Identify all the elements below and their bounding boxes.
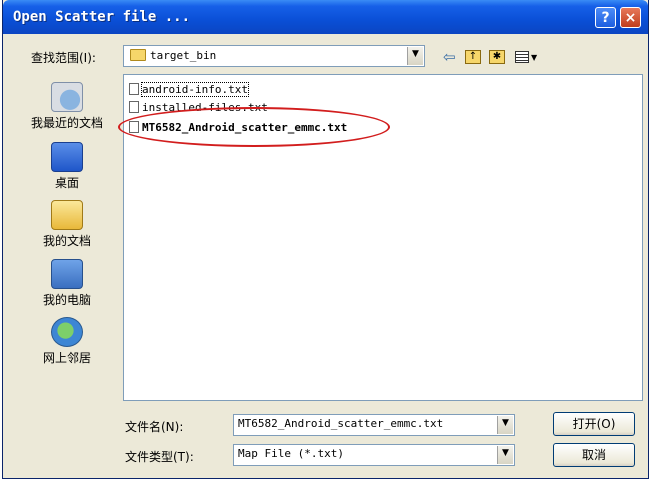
places-bar: 我最近的文档 桌面 我的文档 我的电脑 网上邻居 [19,74,115,394]
look-in-dropdown[interactable]: target_bin ▼ [123,45,425,67]
red-highlight-annotation [118,107,390,147]
filename-value: MT6582_Android_scatter_emmc.txt [238,417,444,430]
filetype-value: Map File (*.txt) [238,447,344,460]
new-folder-icon[interactable]: ✱ [489,50,505,64]
filename-label: 文件名(N): [125,420,184,434]
filetype-label: 文件类型(T): [125,450,194,464]
filetype-dropdown[interactable]: Map File (*.txt) ▼ [233,444,515,466]
look-in-value: target_bin [150,49,217,62]
chevron-down-icon[interactable]: ▼ [497,416,513,434]
open-file-dialog: Open Scatter file ... ? × 查找范围(I): targe… [2,0,649,479]
file-item[interactable]: android-info.txt [129,82,249,98]
look-in-label: 查找范围(I): [31,51,96,65]
back-arrow-icon[interactable]: ⇦ [443,48,456,66]
filename-field[interactable]: MT6582_Android_scatter_emmc.txt ▼ [233,414,515,436]
place-recent-documents[interactable]: 我最近的文档 [19,82,115,131]
place-network[interactable]: 网上邻居 [19,317,115,366]
place-my-computer[interactable]: 我的电脑 [19,259,115,308]
my-documents-icon [51,200,83,230]
chevron-down-icon[interactable]: ▼ [407,47,423,65]
text-file-icon [129,101,139,113]
place-my-documents[interactable]: 我的文档 [19,200,115,249]
my-computer-icon [51,259,83,289]
place-desktop[interactable]: 桌面 [19,142,115,191]
folder-icon [130,49,146,61]
text-file-icon [129,83,139,95]
recent-documents-icon [51,82,83,112]
desktop-icon [51,142,83,172]
cancel-button[interactable]: 取消 [553,443,635,467]
close-button[interactable]: × [620,7,641,28]
network-places-icon [51,317,83,347]
title-bar[interactable]: Open Scatter file ... ? × [3,0,648,34]
view-menu-icon[interactable] [515,51,529,63]
up-folder-icon[interactable]: ↑ [465,50,481,64]
window-title: Open Scatter file ... [13,9,191,25]
view-menu-chevron-icon[interactable]: ▼ [531,49,537,67]
open-button[interactable]: 打开(O) [553,412,635,436]
chevron-down-icon[interactable]: ▼ [497,446,513,464]
help-button[interactable]: ? [595,7,616,28]
